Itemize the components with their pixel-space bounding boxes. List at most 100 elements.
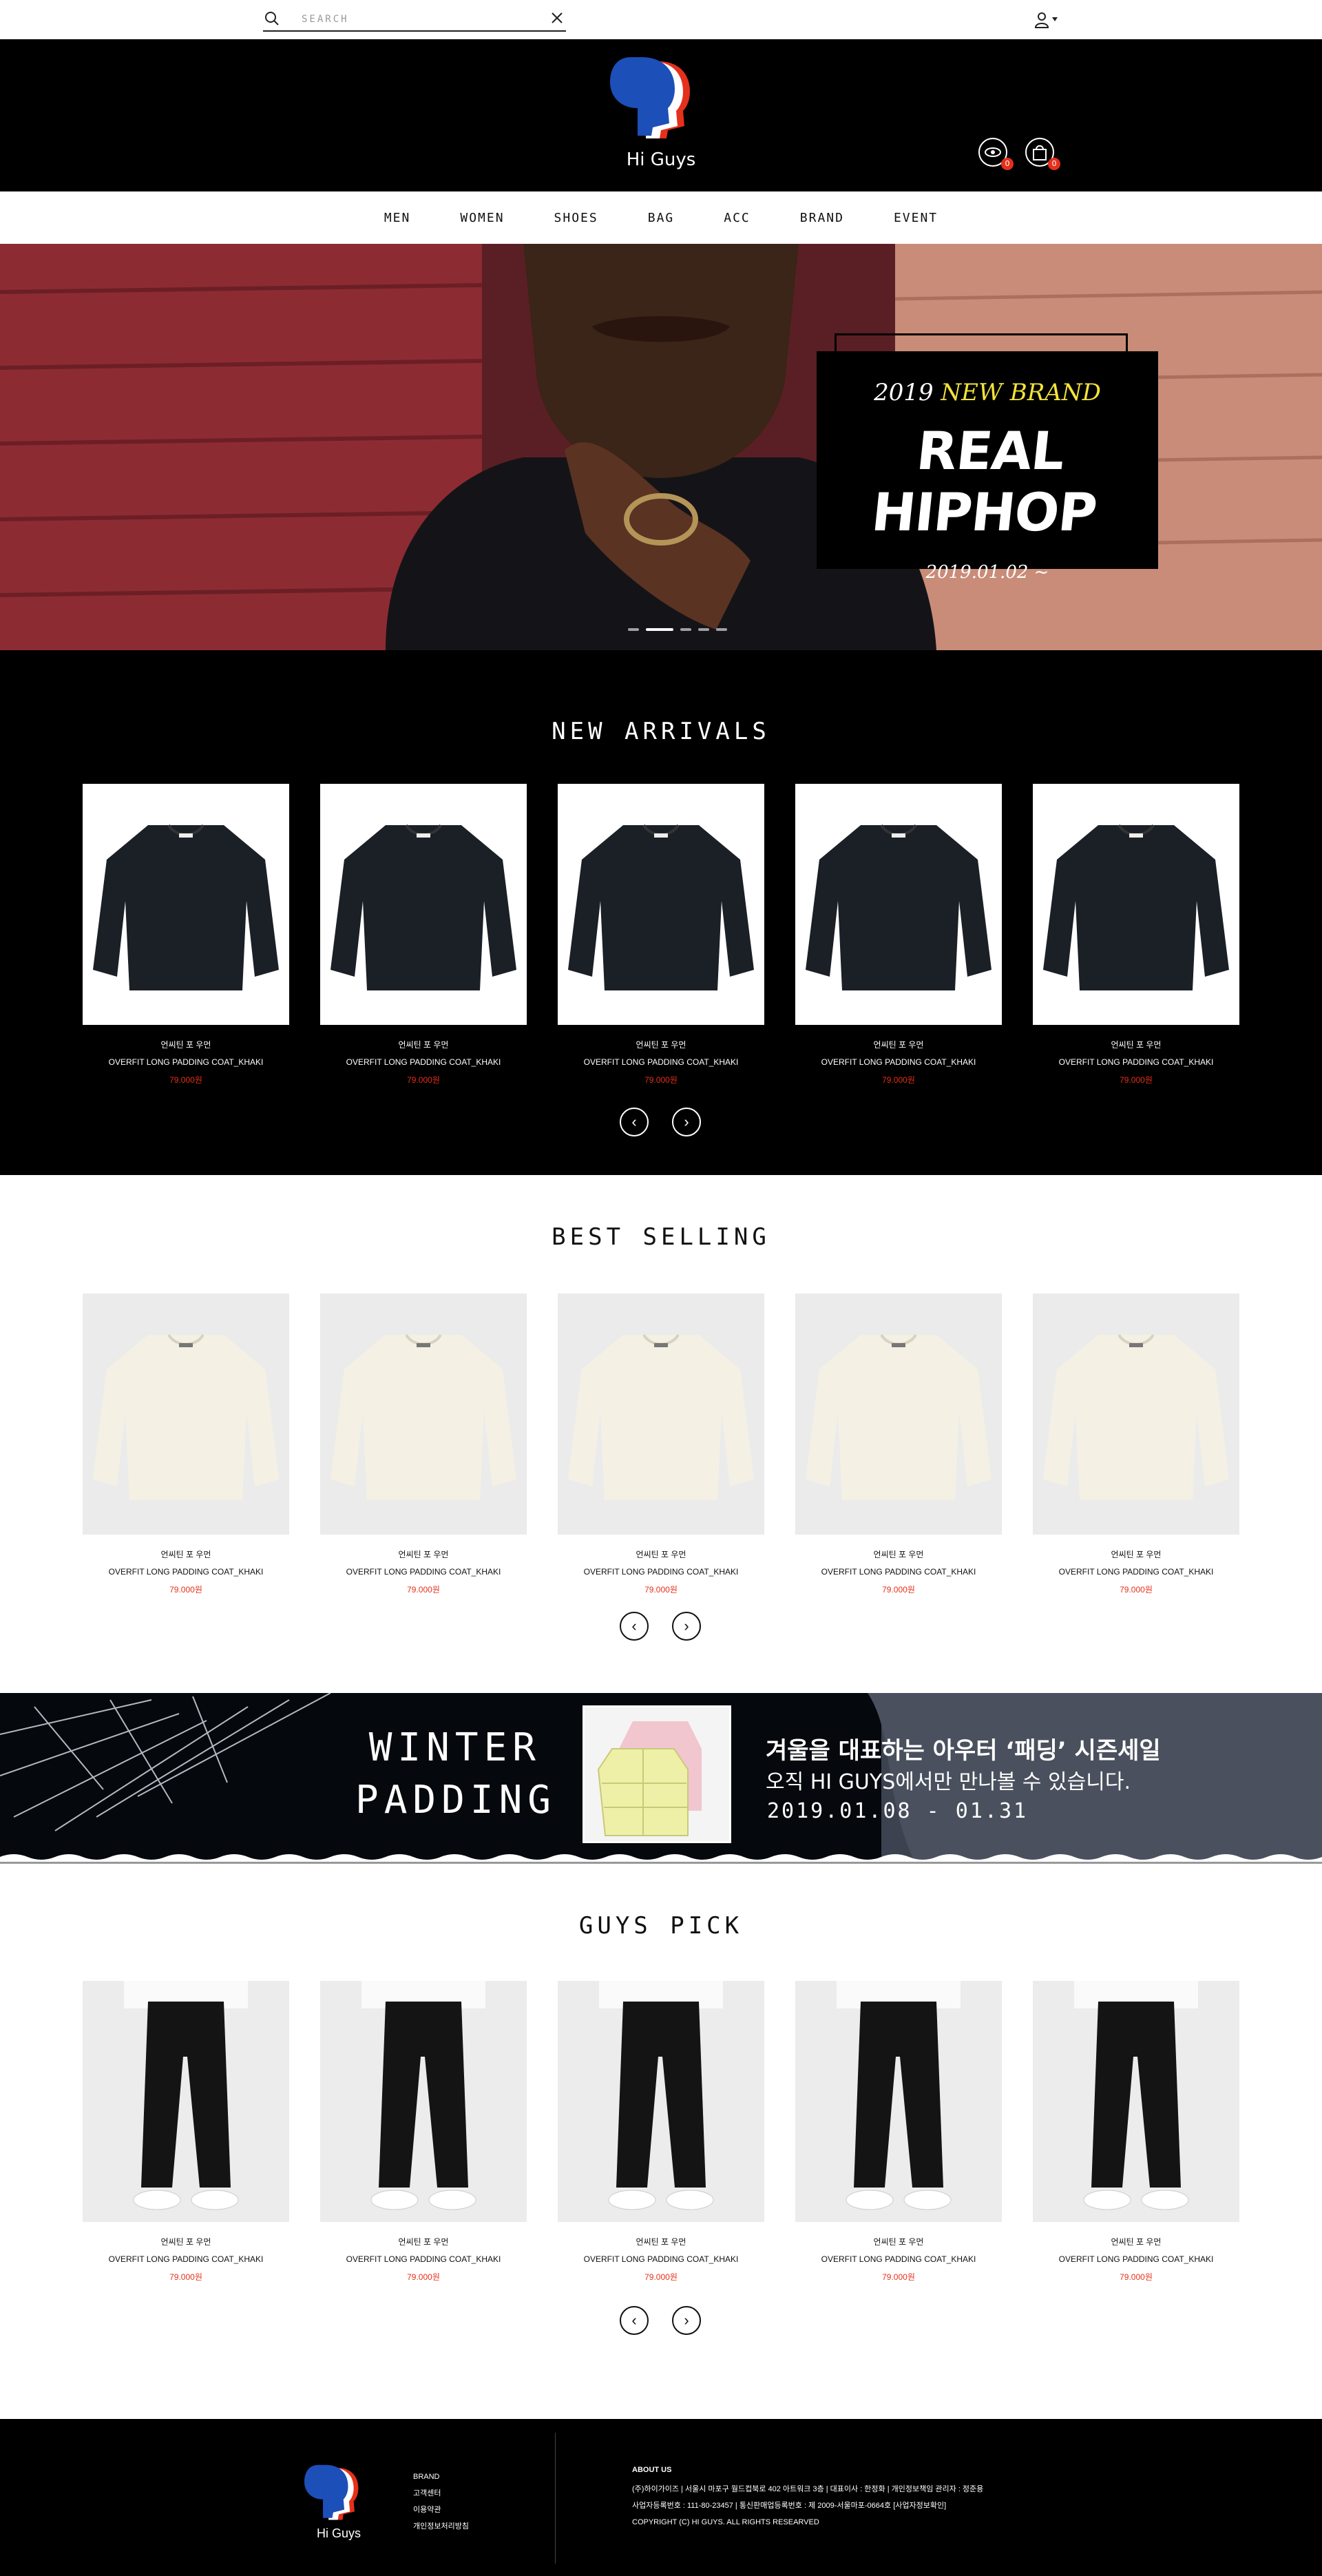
product-card[interactable]: 언씨틴 포 우먼 OVERFIT LONG PADDING COAT_KHAKI 7… [558,784,764,1086]
product-name-ko: 언씨틴 포 우먼 [398,2237,449,2247]
product-name-en[interactable]: OVERFIT LONG PADDING COAT_KHAKI [1033,1057,1239,1067]
nav-women[interactable]: WOMEN [460,211,504,225]
chevron-right-icon[interactable]: › [672,1108,701,1136]
hero-year: 2019 [874,379,934,406]
recently-viewed-button[interactable]: 0 [976,136,1014,173]
search-input[interactable] [302,11,522,28]
product-image[interactable] [1033,1981,1239,2222]
product-name-en[interactable]: OVERFIT LONG PADDING COAT_KHAKI [83,2254,289,2264]
product-name-ko: 언씨틴 포 우먼 [873,2237,924,2247]
chevron-right-icon[interactable]: › [672,2306,701,2335]
product-image[interactable] [795,1981,1002,2222]
product-name-en[interactable]: OVERFIT LONG PADDING COAT_KHAKI [1033,1567,1239,1577]
product-card[interactable]: 언씨틴 포 우먼 OVERFIT LONG PADDING COAT_KHAKI 7… [795,1981,1002,2283]
carousel-arrows: ‹ › [620,2306,701,2335]
winter-sale-dates: 2019.01.08 - 01.31 [767,1799,1029,1823]
product-card[interactable]: 언씨틴 포 우먼 OVERFIT LONG PADDING COAT_KHAKI 7… [83,784,289,1086]
hero-dot[interactable] [698,628,709,631]
padding-jacket-image [585,1707,729,1841]
product-image[interactable] [320,1981,527,2222]
product-card[interactable]: 언씨틴 포 우먼 OVERFIT LONG PADDING COAT_KHAKI 7… [320,1294,527,1595]
product-price: 79.000원 [644,2272,678,2282]
product-card[interactable]: 언씨틴 포 우먼 OVERFIT LONG PADDING COAT_KHAKI 7… [1033,1294,1239,1595]
footer-divider [555,2433,556,2564]
product-image[interactable] [1033,784,1239,1025]
product-card[interactable]: 언씨틴 포 우먼 OVERFIT LONG PADDING COAT_KHAKI 7… [795,784,1002,1086]
product-name-en[interactable]: OVERFIT LONG PADDING COAT_KHAKI [795,1567,1002,1577]
product-image[interactable] [558,784,764,1025]
hero-subtitle: 2019 NEW BRAND [817,379,1158,406]
product-card[interactable]: 언씨틴 포 우먼 OVERFIT LONG PADDING COAT_KHAKI 7… [83,1294,289,1595]
hero-dot[interactable] [716,628,727,631]
close-icon[interactable] [548,9,566,27]
product-image[interactable] [795,784,1002,1025]
footer-logo[interactable]: Hi Guys [304,2462,373,2544]
product-name-en[interactable]: OVERFIT LONG PADDING COAT_KHAKI [320,1567,527,1577]
nav-acc[interactable]: ACC [724,211,751,225]
product-image[interactable] [83,1981,289,2222]
top-bar [0,0,1322,39]
cart-button[interactable]: 0 [1023,136,1060,173]
product-card[interactable]: 언씨틴 포 우먼 OVERFIT LONG PADDING COAT_KHAKI 7… [320,784,527,1086]
hero-dot[interactable] [628,628,639,631]
hero-dot[interactable] [680,628,691,631]
nav-bag[interactable]: BAG [648,211,675,225]
hero-date: 2019.01.02 ~ [925,562,1049,583]
product-card[interactable]: 언씨틴 포 우먼 OVERFIT LONG PADDING COAT_KHAKI 7… [795,1294,1002,1595]
product-name-en[interactable]: OVERFIT LONG PADDING COAT_KHAKI [558,1567,764,1577]
product-name-en[interactable]: OVERFIT LONG PADDING COAT_KHAKI [795,2254,1002,2264]
product-grid: 언씨틴 포 우먼 OVERFIT LONG PADDING COAT_KHAKI 7… [83,1294,1239,1595]
product-card[interactable]: 언씨틴 포 우먼 OVERFIT LONG PADDING COAT_KHAKI 7… [558,1981,764,2283]
chevron-left-icon[interactable]: ‹ [620,1612,649,1641]
chevron-left-icon[interactable]: ‹ [620,2306,649,2335]
product-name-en[interactable]: OVERFIT LONG PADDING COAT_KHAKI [1033,2254,1239,2264]
product-card[interactable]: 언씨틴 포 우먼 OVERFIT LONG PADDING COAT_KHAKI 7… [83,1981,289,2283]
product-card[interactable]: 언씨틴 포 우먼 OVERFIT LONG PADDING COAT_KHAKI 7… [1033,1981,1239,2283]
product-card[interactable]: 언씨틴 포 우먼 OVERFIT LONG PADDING COAT_KHAKI 7… [320,1981,527,2283]
footer-brand-name: Hi Guys [316,2526,361,2540]
nav-shoes[interactable]: SHOES [554,211,598,225]
nav-event[interactable]: EVENT [894,211,938,225]
product-image[interactable] [795,1294,1002,1535]
product-name-en[interactable]: OVERFIT LONG PADDING COAT_KHAKI [558,1057,764,1067]
product-name-en[interactable]: OVERFIT LONG PADDING COAT_KHAKI [558,2254,764,2264]
product-image[interactable] [558,1294,764,1535]
product-price: 79.000원 [882,1075,915,1085]
footer-link-terms[interactable]: 이용약관 [413,2502,469,2518]
search-icon[interactable] [263,10,281,28]
footer-link-support[interactable]: 고객센터 [413,2485,469,2502]
site-footer: Hi Guys BRAND 고객센터 이용약관 개인정보처리방침 ABOUT U… [0,2419,1322,2576]
footer-links: BRAND 고객센터 이용약관 개인정보처리방침 [413,2469,469,2535]
product-name-ko: 언씨틴 포 우먼 [1111,1550,1162,1559]
chevron-left-icon[interactable]: ‹ [620,1108,649,1136]
hero-banner[interactable]: 2019 NEW BRAND REAL HIPHOP 2019.01.02 ~ [0,244,1322,650]
product-card[interactable]: 언씨틴 포 우먼 OVERFIT LONG PADDING COAT_KHAKI 7… [1033,784,1239,1086]
product-price: 79.000원 [407,1585,440,1595]
product-name-en[interactable]: OVERFIT LONG PADDING COAT_KHAKI [83,1057,289,1067]
nav-brand[interactable]: BRAND [800,211,844,225]
product-name-en[interactable]: OVERFIT LONG PADDING COAT_KHAKI [795,1057,1002,1067]
product-image[interactable] [83,1294,289,1535]
product-name-en[interactable]: OVERFIT LONG PADDING COAT_KHAKI [320,1057,527,1067]
site-logo[interactable]: Hi Guys [610,54,712,178]
product-image[interactable] [320,784,527,1025]
product-image[interactable] [1033,1294,1239,1535]
product-name-en[interactable]: OVERFIT LONG PADDING COAT_KHAKI [320,2254,527,2264]
product-card[interactable]: 언씨틴 포 우먼 OVERFIT LONG PADDING COAT_KHAKI 7… [558,1294,764,1595]
footer-registration-info: 사업자등록번호 : 111-80-23457 | 통신판매업등록번호 : 제 2… [632,2502,947,2510]
nav-men[interactable]: MEN [384,211,411,225]
winter-padding-banner[interactable]: WINTER PADDING 겨울을 대표하는 아우터 ‘패딩’ 시즌세일 오직… [0,1693,1322,1865]
product-price: 79.000원 [407,2272,440,2282]
product-name-en[interactable]: OVERFIT LONG PADDING COAT_KHAKI [83,1567,289,1577]
carousel-arrows: ‹ › [620,1612,701,1641]
hero-dot-active[interactable] [646,628,673,631]
product-image[interactable] [558,1981,764,2222]
chevron-right-icon[interactable]: › [672,1612,701,1641]
footer-link-privacy[interactable]: 개인정보처리방침 [413,2518,469,2535]
product-image[interactable] [320,1294,527,1535]
product-name-ko: 언씨틴 포 우먼 [160,1550,211,1559]
carousel-arrows: ‹ › [620,1108,701,1136]
user-icon[interactable] [1031,10,1064,30]
footer-link-brand[interactable]: BRAND [413,2469,469,2485]
product-image[interactable] [83,784,289,1025]
